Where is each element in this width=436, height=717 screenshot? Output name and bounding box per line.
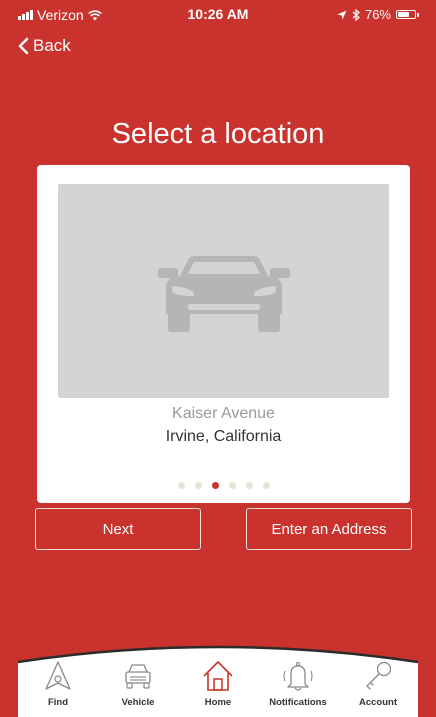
pager-dot[interactable] [177, 482, 185, 489]
navigation-arrow-icon [45, 661, 71, 690]
battery-icon [396, 10, 419, 19]
tab-label-notifications: Notifications [269, 697, 327, 708]
battery-fill [398, 12, 409, 17]
tab-label-find: Find [47, 697, 69, 708]
chevron-left-icon [18, 37, 29, 55]
tab-label-account: Account [359, 697, 397, 708]
location-card[interactable]: Kaiser Avenue Irvine, California [37, 165, 410, 503]
location-city: Irvine, California [165, 428, 282, 445]
tab-vehicle[interactable]: Vehicle [98, 654, 178, 714]
location-street: Kaiser Avenue [172, 405, 275, 422]
status-right: 76% [337, 7, 419, 22]
pager-dot[interactable] [228, 482, 236, 489]
tab-label-home: Home [204, 697, 232, 708]
tab-notifications[interactable]: Notifications [258, 654, 338, 714]
car-front-icon [125, 664, 151, 689]
battery-percent: 76% [364, 7, 391, 22]
pager-dot[interactable] [194, 482, 202, 489]
tab-label-vehicle: Vehicle [121, 697, 155, 708]
bluetooth-icon [352, 8, 360, 21]
location-image [58, 184, 389, 398]
page-title: Select a location [111, 118, 325, 150]
bell-icon [283, 661, 313, 691]
back-label: Back [33, 36, 71, 55]
pager-dot[interactable] [211, 482, 219, 489]
back-button[interactable]: Back [18, 36, 71, 56]
enter-address-button[interactable]: Enter an Address [246, 508, 412, 550]
tab-items: Find Vehicle Home Notifications Account [18, 654, 418, 714]
next-button[interactable]: Next [35, 508, 201, 550]
tab-find[interactable]: Find [18, 654, 98, 714]
tab-bar: Find Vehicle Home Notifications Account [18, 640, 418, 717]
tab-home[interactable]: Home [178, 654, 258, 714]
home-icon [203, 661, 233, 691]
location-arrow-icon [337, 10, 347, 19]
screen: Verizon 10:26 AM 76% Back Select a locat… [0, 0, 436, 717]
pager-dots [37, 482, 410, 489]
status-bar: Verizon 10:26 AM 76% [0, 0, 436, 28]
car-icon [158, 256, 290, 332]
tab-account[interactable]: Account [338, 654, 418, 714]
pager-dot[interactable] [262, 482, 270, 489]
key-icon [366, 661, 392, 690]
pager-dot[interactable] [245, 482, 253, 489]
